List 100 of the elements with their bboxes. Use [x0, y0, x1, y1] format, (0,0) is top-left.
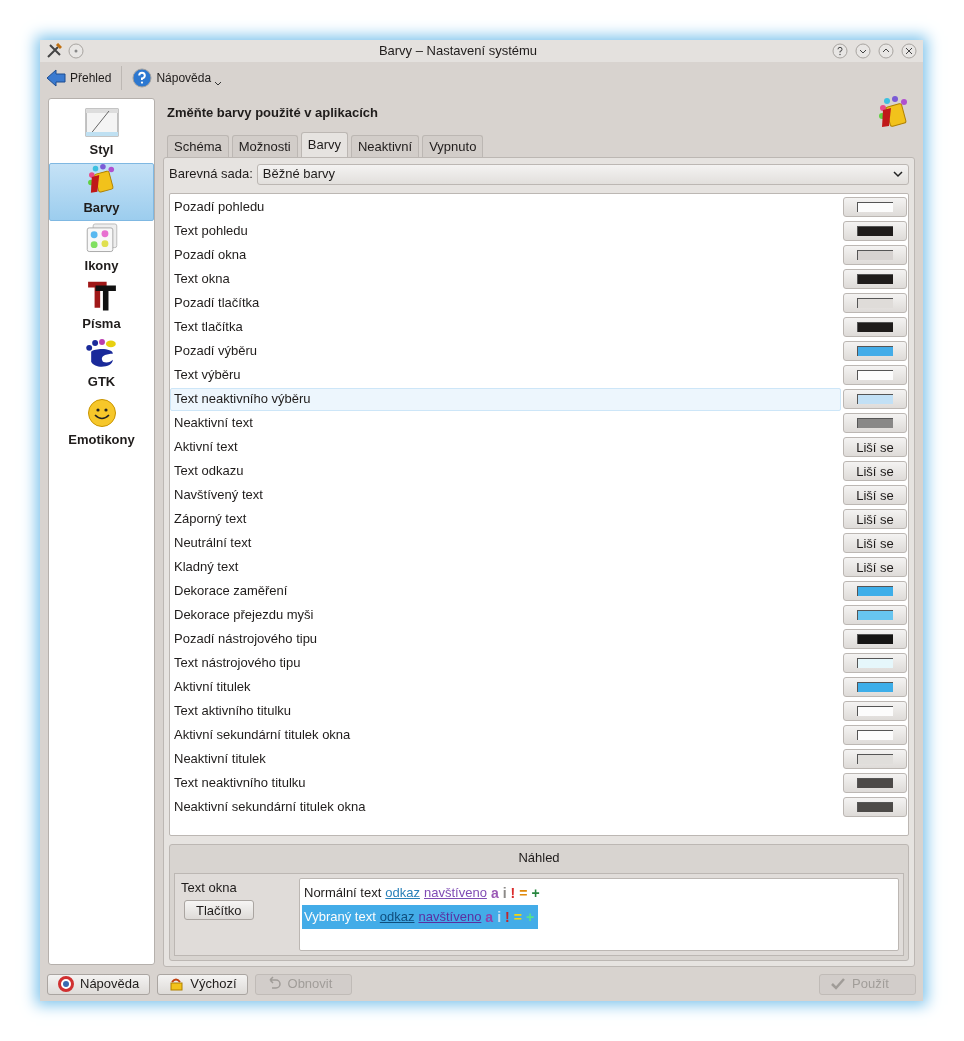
color-button[interactable]: [843, 245, 907, 265]
list-item[interactable]: Pozadí pohledu: [170, 195, 841, 219]
list-item[interactable]: Text pohledu: [170, 219, 841, 243]
preview-text: Vybraný text: [304, 908, 376, 927]
list-item[interactable]: Dekorace přejezdu myši: [170, 603, 841, 627]
list-item[interactable]: Text neaktivního výběru: [170, 387, 841, 411]
sidebar-item[interactable]: GTK: [49, 337, 154, 395]
list-item[interactable]: Neaktivní titulek: [170, 747, 841, 771]
color-button[interactable]: [843, 773, 907, 793]
window-icon: [84, 107, 119, 138]
help-icon[interactable]: [832, 43, 848, 59]
lifebuoy-icon: [58, 976, 74, 992]
tools-icon[interactable]: [46, 43, 62, 59]
list-item[interactable]: Záporný text: [170, 507, 841, 531]
sidebar-item[interactable]: Styl: [49, 105, 154, 163]
color-button[interactable]: [843, 797, 907, 817]
list-item[interactable]: Dekorace zaměření: [170, 579, 841, 603]
list-item[interactable]: Aktivní titulek: [170, 675, 841, 699]
list-item[interactable]: Pozadí tlačítka: [170, 291, 841, 315]
sidebar-item[interactable]: Emotikony: [49, 395, 154, 453]
color-button[interactable]: Liší se: [843, 533, 907, 553]
page-heading: Změňte barvy použité v aplikacích: [167, 104, 378, 123]
color-button[interactable]: [843, 725, 907, 745]
list-item[interactable]: Pozadí nástrojového tipu: [170, 627, 841, 651]
color-button[interactable]: [843, 581, 907, 601]
list-item[interactable]: Text výběru: [170, 363, 841, 387]
close-icon[interactable]: [901, 43, 917, 59]
minimize-icon[interactable]: [855, 43, 871, 59]
preview-link[interactable]: odkaz: [379, 907, 415, 927]
sidebar-label: GTK: [87, 372, 116, 391]
color-button[interactable]: [843, 605, 907, 625]
list-item[interactable]: Pozadí výběru: [170, 339, 841, 363]
list-item[interactable]: Text aktivního titulku: [170, 699, 841, 723]
dialog-button[interactable]: Nápověda: [47, 973, 151, 995]
color-button[interactable]: Liší se: [843, 557, 907, 577]
list-item[interactable]: Aktivní text: [170, 435, 841, 459]
tab[interactable]: Schéma: [167, 135, 229, 157]
color-button[interactable]: [843, 365, 907, 385]
preview-text: a: [490, 883, 499, 903]
tab[interactable]: Možnosti: [231, 135, 298, 157]
list-item[interactable]: Text okna: [170, 267, 841, 291]
list-item[interactable]: Text tlačítka: [170, 315, 841, 339]
color-button[interactable]: [843, 317, 907, 337]
palette-icon: [84, 222, 119, 254]
color-button[interactable]: [843, 701, 907, 721]
list-item[interactable]: Text neaktivního titulku: [170, 771, 841, 795]
color-set-dropdown[interactable]: Běžné barvy: [256, 163, 909, 185]
color-button[interactable]: [843, 293, 907, 313]
tab[interactable]: Barvy: [300, 132, 348, 157]
color-button[interactable]: [843, 677, 907, 697]
color-button[interactable]: [843, 653, 907, 673]
list-item[interactable]: Text odkazu: [170, 459, 841, 483]
preview-text: +: [525, 907, 535, 927]
maximize-icon[interactable]: [878, 43, 894, 59]
color-button[interactable]: [843, 269, 907, 289]
preview-text: =: [519, 883, 528, 903]
help-icon: [132, 68, 153, 88]
list-item[interactable]: Pozadí okna: [170, 243, 841, 267]
sidebar-item[interactable]: Písma: [49, 279, 154, 337]
list-item[interactable]: Text nástrojového tipu: [170, 651, 841, 675]
smiley-icon: [86, 397, 117, 428]
chevron-down-icon: [893, 170, 903, 178]
back-arrow-icon: [46, 69, 66, 87]
sidebar-item[interactable]: Barvy: [49, 163, 154, 221]
tab[interactable]: Vypnuto: [422, 135, 484, 157]
sidebar-label: Písma: [82, 314, 121, 333]
footprint-icon: [84, 338, 119, 370]
checkmark-icon: [830, 976, 846, 992]
preview-link[interactable]: navštíveno: [424, 883, 487, 903]
sidebar-label: Emotikony: [68, 430, 135, 449]
color-button[interactable]: Liší se: [843, 461, 907, 481]
color-button[interactable]: [843, 341, 907, 361]
color-button[interactable]: [843, 413, 907, 433]
color-button[interactable]: [843, 749, 907, 769]
window-text-label: Text okna: [181, 879, 237, 897]
preview-link[interactable]: odkaz: [385, 883, 420, 903]
sidebar-item[interactable]: Ikony: [49, 221, 154, 279]
preview-button[interactable]: Tlačítko: [184, 899, 254, 920]
preview-text: +: [531, 883, 540, 903]
sidebar-label: Styl: [89, 140, 114, 159]
list-item[interactable]: Kladný text: [170, 555, 841, 579]
list-item[interactable]: Neutrální text: [170, 531, 841, 555]
list-item[interactable]: Neaktivní sekundární titulek okna: [170, 795, 841, 819]
color-button[interactable]: Liší se: [843, 485, 907, 505]
dialog-button[interactable]: Výchozí: [157, 973, 248, 995]
color-button[interactable]: [843, 221, 907, 241]
help-button[interactable]: Nápověda: [132, 68, 212, 88]
list-item[interactable]: Aktivní sekundární titulek okna: [170, 723, 841, 747]
tab[interactable]: Neaktivní: [350, 135, 420, 157]
preview-text: i: [502, 883, 507, 903]
back-button[interactable]: Přehled: [46, 69, 112, 87]
color-button[interactable]: [843, 629, 907, 649]
preview-link[interactable]: navštíveno: [418, 907, 482, 927]
color-button[interactable]: [843, 389, 907, 409]
color-button[interactable]: Liší se: [843, 509, 907, 529]
color-button[interactable]: Liší se: [843, 437, 907, 457]
list-item[interactable]: Neaktivní text: [170, 411, 841, 435]
preview-text: Normální text: [304, 884, 382, 903]
color-button[interactable]: [843, 197, 907, 217]
list-item[interactable]: Navštívený text: [170, 483, 841, 507]
